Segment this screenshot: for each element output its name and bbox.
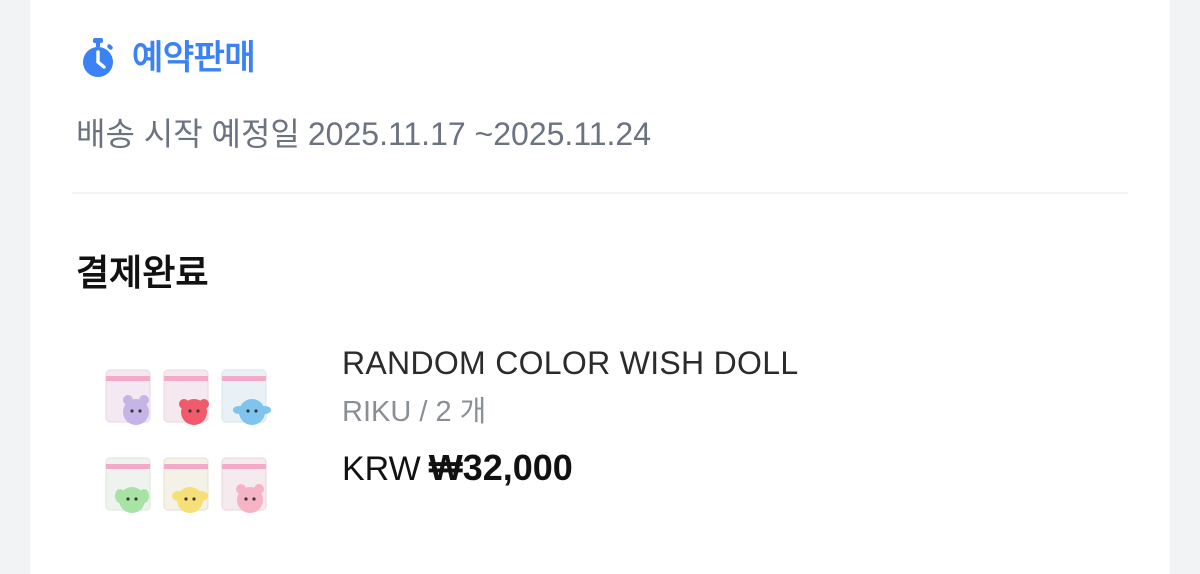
price-amount: ₩32,000 [428,447,573,488]
presale-header: 예약판매 [78,36,256,80]
order-card: 예약판매 배송 시작 예정일 2025.11.17 ~2025.11.24 결제… [30,0,1170,574]
product-thumbnail[interactable] [90,320,300,560]
price-row: KRW ₩32,000 [342,444,798,493]
section-divider [72,192,1128,194]
shipping-schedule: 배송 시작 예정일 2025.11.17 ~2025.11.24 [76,112,651,156]
stopwatch-icon [83,38,113,77]
product-name[interactable]: RANDOM COLOR WISH DOLL [342,340,798,386]
presale-title: 예약판매 [132,39,256,77]
shipping-label: 배송 시작 예정일 [76,116,300,152]
product-info: RANDOM COLOR WISH DOLL RIKU / 2 개 KRW ₩3… [342,340,798,493]
shipping-date-range: 2025.11.17 ~2025.11.24 [307,116,652,152]
price-currency: KRW [342,450,421,488]
order-status-title: 결제완료 [76,252,209,293]
page-background-edge [1170,0,1200,574]
product-option: RIKU / 2 개 [342,396,487,428]
plush-doll-set-image [105,369,271,513]
